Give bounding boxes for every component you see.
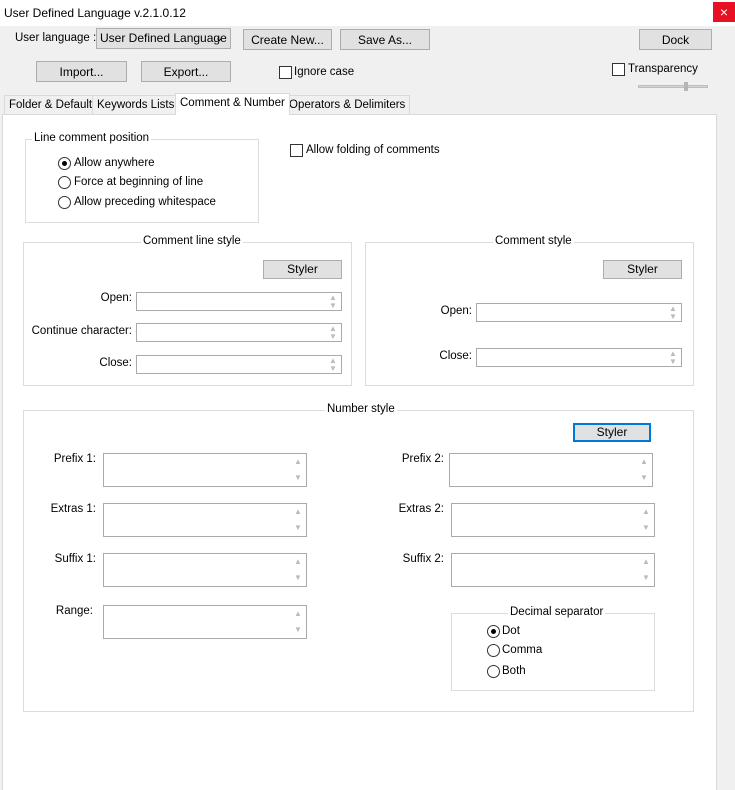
- comment-style-title: Comment style: [493, 235, 574, 247]
- spin-arrows-icon: ▲ ▼: [642, 557, 650, 582]
- extras1-label: Extras 1:: [50, 503, 96, 515]
- spin-arrows-icon: ▲ ▼: [329, 356, 337, 373]
- extras1-field[interactable]: ▲ ▼: [103, 503, 307, 537]
- allow-whitespace-label: Allow preceding whitespace: [74, 196, 216, 208]
- suffix1-label: Suffix 1:: [54, 553, 96, 565]
- comment-line-continue-label: Continue character:: [31, 325, 132, 337]
- title-bar: User Defined Language v.2.1.0.12 ×: [0, 0, 735, 26]
- suffix2-label: Suffix 2:: [402, 553, 444, 565]
- prefix2-field[interactable]: ▲ ▼: [449, 453, 653, 487]
- spin-arrows-icon: ▲ ▼: [329, 324, 337, 341]
- import-button[interactable]: Import...: [36, 61, 127, 82]
- allow-whitespace-radio[interactable]: [58, 196, 71, 209]
- spin-arrows-icon: ▲ ▼: [294, 609, 302, 634]
- comment-line-open-field[interactable]: ▲ ▼: [136, 292, 342, 311]
- comment-close-field[interactable]: ▲ ▼: [476, 348, 682, 367]
- extras2-field[interactable]: ▲ ▼: [451, 503, 655, 537]
- comment-line-continue-field[interactable]: ▲ ▼: [136, 323, 342, 342]
- export-button[interactable]: Export...: [141, 61, 231, 82]
- decimal-both-radio[interactable]: [487, 665, 500, 678]
- tab-keywords-lists[interactable]: Keywords Lists: [92, 95, 180, 114]
- window-title: User Defined Language v.2.1.0.12: [4, 6, 186, 20]
- spin-arrows-icon: ▲ ▼: [669, 304, 677, 321]
- suffix2-field[interactable]: ▲ ▼: [451, 553, 655, 587]
- force-beginning-label: Force at beginning of line: [74, 176, 204, 188]
- ignore-case-label: Ignore case: [294, 66, 355, 78]
- ignore-case-checkbox[interactable]: [279, 66, 292, 79]
- spin-arrows-icon: ▲ ▼: [329, 293, 337, 310]
- spin-arrows-icon: ▲ ▼: [294, 507, 302, 532]
- close-button[interactable]: ×: [713, 2, 735, 22]
- transparency-slider[interactable]: [638, 85, 708, 88]
- comment-line-close-label: Close:: [99, 357, 132, 369]
- comment-line-styler-button[interactable]: Styler: [263, 260, 342, 279]
- prefix1-field[interactable]: ▲ ▼: [103, 453, 307, 487]
- allow-folding-checkbox[interactable]: [290, 144, 303, 157]
- spin-arrows-icon: ▲ ▼: [640, 457, 648, 482]
- range-label: Range:: [55, 605, 93, 617]
- comment-line-open-label: Open:: [100, 292, 132, 304]
- extras2-label: Extras 2:: [398, 503, 444, 515]
- tab-folder-default[interactable]: Folder & Default: [4, 95, 98, 114]
- prefix2-label: Prefix 2:: [401, 453, 444, 465]
- decimal-separator-title: Decimal separator: [508, 606, 606, 618]
- dock-button[interactable]: Dock: [639, 29, 712, 50]
- comment-styler-button[interactable]: Styler: [603, 260, 682, 279]
- spin-arrows-icon: ▲ ▼: [642, 507, 650, 532]
- decimal-comma-radio[interactable]: [487, 644, 500, 657]
- decimal-comma-label: Comma: [502, 644, 543, 656]
- number-styler-button[interactable]: Styler: [573, 423, 651, 442]
- line-comment-position-title: Line comment position: [32, 132, 152, 144]
- transparency-checkbox[interactable]: [612, 63, 625, 76]
- chevron-down-icon: ⌄: [214, 32, 224, 44]
- spin-arrows-icon: ▲ ▼: [294, 557, 302, 582]
- transparency-label: Transparency: [628, 63, 698, 75]
- comment-close-label: Close:: [439, 350, 472, 362]
- decimal-dot-label: Dot: [502, 625, 520, 637]
- prefix1-label: Prefix 1:: [53, 453, 96, 465]
- comment-open-label: Open:: [440, 305, 472, 317]
- force-beginning-radio[interactable]: [58, 176, 71, 189]
- transparency-slider-thumb[interactable]: [684, 82, 688, 91]
- allow-anywhere-label: Allow anywhere: [74, 157, 155, 169]
- spin-arrows-icon: ▲ ▼: [294, 457, 302, 482]
- allow-folding-label: Allow folding of comments: [306, 144, 440, 156]
- tab-operators-delimiters[interactable]: Operators & Delimiters: [284, 95, 411, 114]
- range-field[interactable]: ▲ ▼: [103, 605, 307, 639]
- comment-line-style-title: Comment line style: [141, 235, 243, 247]
- allow-anywhere-radio[interactable]: [58, 157, 71, 170]
- spin-arrows-icon: ▲ ▼: [669, 349, 677, 366]
- user-language-label: User language :: [15, 32, 97, 44]
- decimal-separator-group: Decimal separator: [451, 606, 655, 691]
- user-language-value: User Defined Language: [100, 31, 227, 45]
- user-language-select[interactable]: User Defined Language ⌄: [96, 28, 231, 49]
- decimal-dot-radio[interactable]: [487, 625, 500, 638]
- suffix1-field[interactable]: ▲ ▼: [103, 553, 307, 587]
- comment-line-close-field[interactable]: ▲ ▼: [136, 355, 342, 374]
- tab-comment-number[interactable]: Comment & Number: [175, 93, 290, 115]
- save-as-button[interactable]: Save As...: [340, 29, 430, 50]
- comment-open-field[interactable]: ▲ ▼: [476, 303, 682, 322]
- decimal-both-label: Both: [502, 665, 526, 677]
- number-style-title: Number style: [325, 403, 397, 415]
- create-new-button[interactable]: Create New...: [243, 29, 332, 50]
